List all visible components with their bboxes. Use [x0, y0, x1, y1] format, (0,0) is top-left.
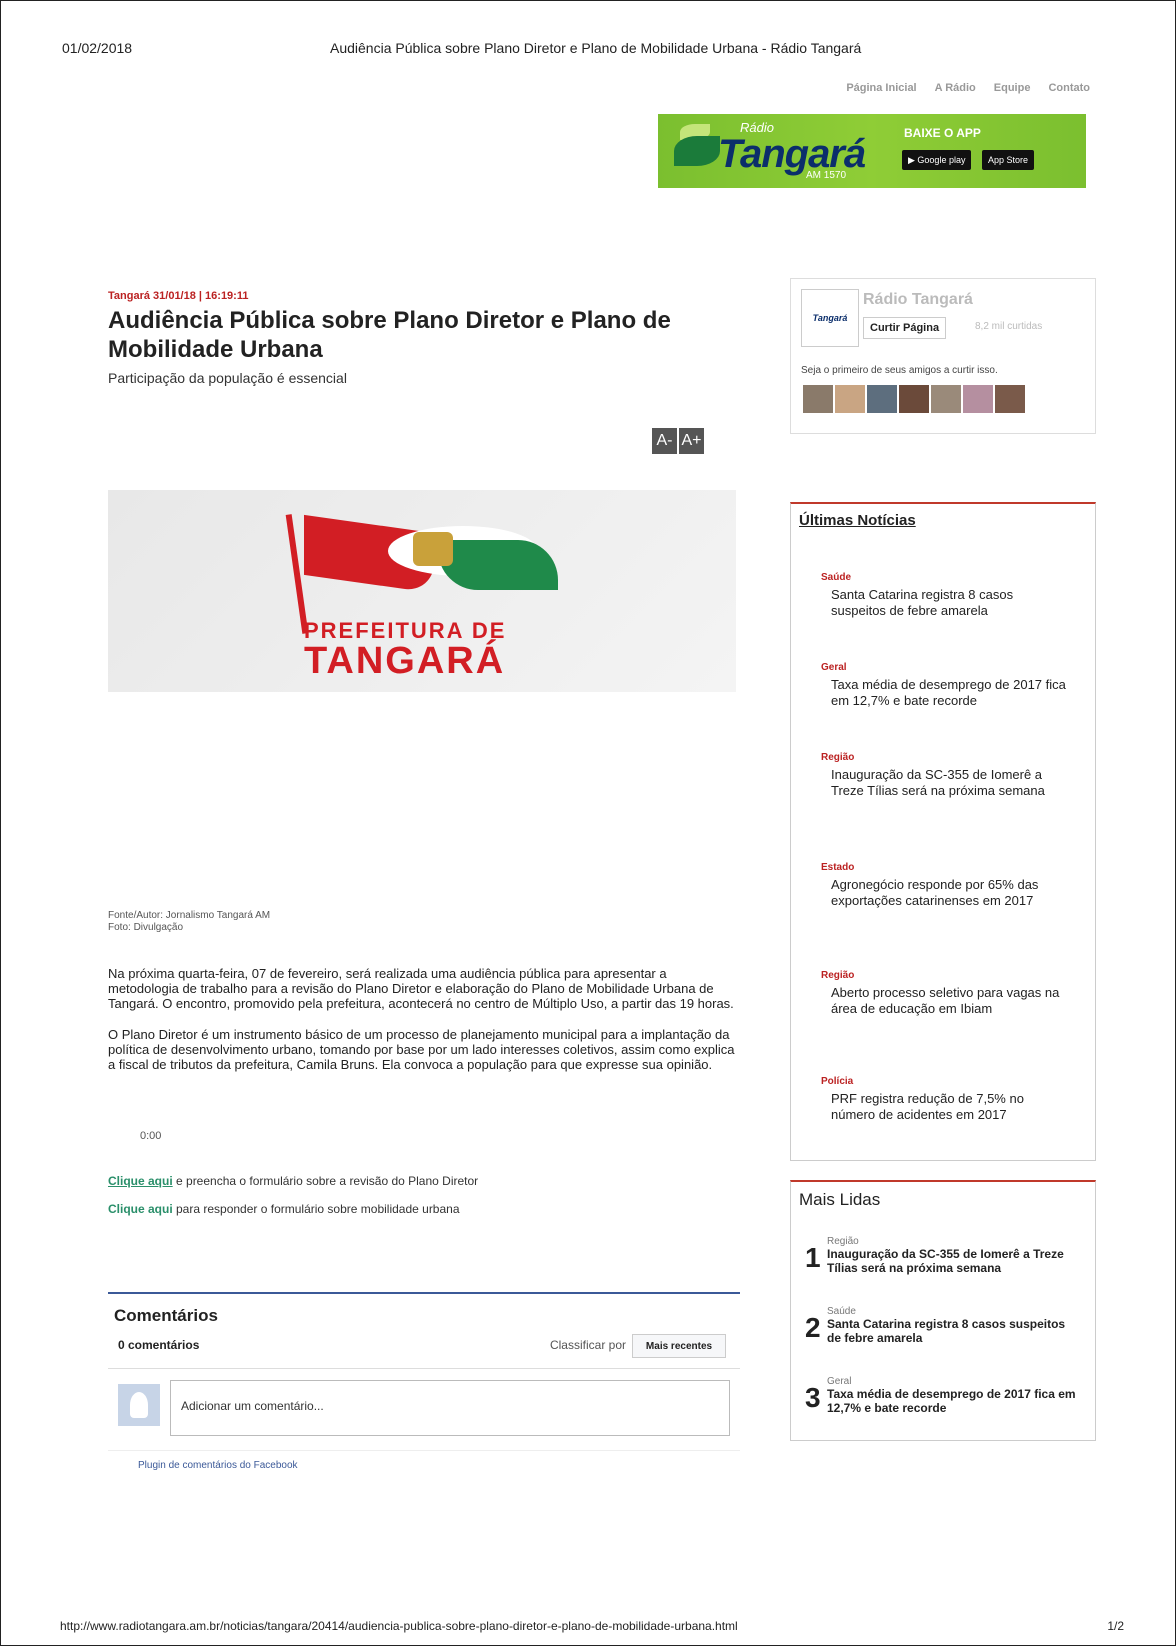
friend-avatar-icon[interactable] [931, 385, 961, 413]
rank-number: 2 [805, 1312, 821, 1343]
friend-avatar-icon[interactable] [995, 385, 1025, 413]
latest-news-item[interactable]: Região Aberto processo seletivo para vag… [821, 970, 1071, 1017]
banner-am: AM 1570 [806, 170, 847, 181]
news-category: Saúde [821, 572, 852, 583]
news-headline[interactable]: Inauguração da SC-355 de Iomerê a Treze … [821, 767, 1071, 799]
news-category: Polícia [821, 1076, 854, 1087]
news-category: Geral [827, 1376, 852, 1387]
latest-news-item[interactable]: Região Inauguração da SC-355 de Iomerê a… [821, 752, 1071, 799]
comments-count: 0 comentários [118, 1338, 200, 1352]
nav-equipe[interactable]: Equipe [994, 82, 1031, 94]
news-category: Geral [821, 662, 847, 673]
print-header-date: 01/02/2018 [62, 40, 133, 56]
sort-label: Classificar por [549, 1338, 626, 1352]
comments-title: Comentários [114, 1306, 218, 1325]
news-category: Região [821, 752, 855, 763]
news-category: Região [827, 1236, 859, 1247]
news-headline[interactable]: Santa Catarina registra 8 casos suspeito… [821, 587, 1071, 619]
fb-page-name[interactable]: Rádio Tangará [863, 291, 973, 309]
nav-home[interactable]: Página Inicial [846, 82, 916, 94]
article-credits: Fonte/Autor: Jornalismo Tangará AM Foto:… [108, 910, 270, 934]
hero-line2: TANGARÁ [304, 640, 506, 682]
comments-section: Comentários 0 comentários Classificar po… [108, 1292, 740, 1471]
article-paragraph: O Plano Diretor é um instrumento básico … [108, 1027, 735, 1072]
form-link-line-2: Clique aqui para responder o formulário … [108, 1202, 460, 1216]
news-headline[interactable]: Agronegócio responde por 65% das exporta… [821, 877, 1071, 909]
facebook-page-widget: Tangará Rádio Tangará Curtir Página 8,2 … [790, 278, 1096, 434]
most-read-item[interactable]: 2 Saúde Santa Catarina registra 8 casos … [805, 1306, 1077, 1345]
mobilidade-form-link[interactable]: Clique aqui [108, 1202, 173, 1216]
flag-green-stripe [438, 540, 558, 590]
top-navigation: Página Inicial A Rádio Equipe Contato [846, 82, 1090, 94]
news-headline[interactable]: Santa Catarina registra 8 casos suspeito… [827, 1317, 1077, 1345]
article-title: Audiência Pública sobre Plano Diretor e … [108, 307, 671, 363]
most-read-title: Mais Lidas [799, 1190, 881, 1209]
comment-input[interactable]: Adicionar um comentário... [170, 1380, 730, 1436]
most-read-item[interactable]: 1 Região Inauguração da SC-355 de Iomerê… [805, 1236, 1077, 1275]
news-headline[interactable]: Aberto processo seletivo para vagas na á… [821, 985, 1071, 1017]
friend-avatar-icon[interactable] [899, 385, 929, 413]
news-category: Saúde [827, 1306, 856, 1317]
facebook-plugin-link[interactable]: Plugin de comentários do Facebook [138, 1460, 298, 1471]
news-headline[interactable]: Taxa média de desemprego de 2017 fica em… [821, 677, 1071, 709]
audio-player-time[interactable]: 0:00 [140, 1130, 161, 1142]
banner-download-label: BAIXE O APP [904, 126, 981, 140]
article-hero-image: PREFEITURA DE TANGARÁ [108, 490, 736, 692]
font-increase-button[interactable]: A+ [679, 428, 704, 454]
print-header-title: Audiência Pública sobre Plano Diretor e … [330, 40, 862, 56]
article-kicker: Tangará 31/01/18 | 16:19:11 [108, 290, 249, 302]
latest-news-panel: Últimas Notícias Saúde Santa Catarina re… [790, 502, 1096, 1161]
divider [108, 1450, 740, 1451]
most-read-item[interactable]: 3 Geral Taxa média de desemprego de 2017… [805, 1376, 1077, 1415]
app-banner[interactable]: Rádio Tangará AM 1570 BAIXE O APP ▶ Goog… [658, 114, 1086, 188]
news-headline[interactable]: Taxa média de desemprego de 2017 fica em… [827, 1387, 1077, 1415]
latest-news-item[interactable]: Saúde Santa Catarina registra 8 casos su… [821, 572, 1071, 619]
font-decrease-button[interactable]: A- [652, 428, 677, 454]
font-size-controls: A- A+ [652, 428, 704, 454]
most-read-panel: Mais Lidas 1 Região Inauguração da SC-35… [790, 1180, 1096, 1441]
latest-news-item[interactable]: Geral Taxa média de desemprego de 2017 f… [821, 662, 1071, 709]
app-store-button[interactable]: App Store [982, 150, 1035, 170]
latest-news-item[interactable]: Polícia PRF registra redução de 7,5% no … [821, 1076, 1071, 1123]
page-thumbnail[interactable]: Tangará [801, 289, 859, 347]
friend-faces [803, 385, 1025, 413]
user-avatar-icon [118, 1384, 160, 1426]
latest-news-item[interactable]: Estado Agronegócio responde por 65% das … [821, 862, 1071, 909]
link-description: para responder o formulário sobre mobili… [172, 1202, 460, 1216]
latest-news-title[interactable]: Últimas Notícias [791, 504, 1095, 535]
news-headline[interactable]: PRF registra redução de 7,5% no número d… [821, 1091, 1071, 1123]
credit-author: Fonte/Autor: Jornalismo Tangará AM [108, 910, 271, 921]
plano-diretor-form-link[interactable]: Clique aqui [108, 1174, 173, 1188]
link-description: e preencha o formulário sobre a revisão … [172, 1174, 479, 1188]
article-header: Tangará 31/01/18 | 16:19:11 Audiência Pú… [108, 290, 748, 386]
city-crest-icon [413, 532, 453, 566]
news-headline[interactable]: Inauguração da SC-355 de Iomerê a Treze … [827, 1247, 1077, 1275]
news-category: Região [821, 970, 855, 981]
nav-a-radio[interactable]: A Rádio [935, 82, 976, 94]
article-body: Na próxima quarta-feira, 07 de fevereiro… [108, 966, 738, 1088]
sort-select[interactable]: Mais recentes [632, 1334, 726, 1358]
print-footer-url: http://www.radiotangara.am.br/noticias/t… [60, 1619, 738, 1633]
nav-contato[interactable]: Contato [1048, 82, 1090, 94]
friend-avatar-icon[interactable] [963, 385, 993, 413]
friends-text: Seja o primeiro de seus amigos a curtir … [801, 365, 998, 376]
friend-avatar-icon[interactable] [867, 385, 897, 413]
rank-number: 1 [805, 1242, 821, 1273]
print-footer-page: 1/2 [1107, 1619, 1124, 1633]
news-category: Estado [821, 862, 855, 873]
rank-number: 3 [805, 1382, 821, 1413]
like-count: 8,2 mil curtidas [975, 321, 1043, 332]
credit-photo: Foto: Divulgação [108, 922, 184, 933]
divider [108, 1368, 740, 1369]
article-paragraph: Na próxima quarta-feira, 07 de fevereiro… [108, 966, 734, 1011]
google-play-button[interactable]: ▶ Google play [902, 150, 972, 170]
friend-avatar-icon[interactable] [835, 385, 865, 413]
form-link-line-1: Clique aqui e preencha o formulário sobr… [108, 1174, 478, 1188]
like-page-button[interactable]: Curtir Página [863, 317, 947, 339]
article-subtitle: Participação da população é essencial [108, 370, 347, 386]
friend-avatar-icon[interactable] [803, 385, 833, 413]
leaf-logo-icon [674, 136, 720, 166]
